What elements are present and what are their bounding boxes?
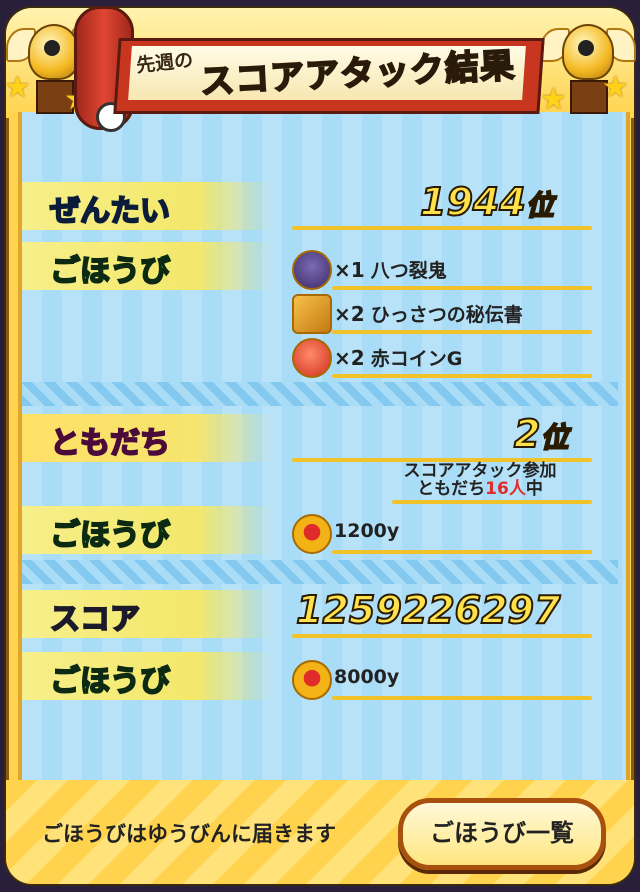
overall-label: ぜんたい xyxy=(49,193,171,230)
friends-participation-note: スコアアタック参加 ともだち16人中 xyxy=(403,461,557,499)
section-divider xyxy=(22,560,618,584)
reward-underline xyxy=(332,374,592,378)
money-bag-icon xyxy=(292,660,332,700)
score-rewards-label: ごほうび xyxy=(49,663,171,700)
red-coin-icon xyxy=(292,338,332,378)
overall-underline xyxy=(292,226,592,230)
overall-rewards-label: ごほうび xyxy=(49,253,171,290)
friends-rewards-label: ごほうび xyxy=(49,517,171,554)
reward-underline xyxy=(332,550,592,554)
score-value: 1259226297 xyxy=(295,587,561,633)
score-underline xyxy=(292,634,592,638)
score-label: スコア xyxy=(49,601,141,638)
friends-note-underline xyxy=(392,500,592,504)
friends-label: ともだち xyxy=(49,425,171,462)
reward-underline xyxy=(332,330,592,334)
section-divider xyxy=(22,382,618,406)
reward-list-button[interactable]: ごほうび一覧 xyxy=(398,798,606,870)
mail-delivery-notice: ごほうびはゆうびんに届きます xyxy=(42,822,336,846)
reward-underline xyxy=(332,696,592,700)
trophy-right-icon: ★ ★ xyxy=(540,10,636,120)
reward-underline xyxy=(332,286,592,290)
scroll-book-icon xyxy=(292,294,332,334)
oni-medal-icon xyxy=(292,250,332,290)
friends-rank: 2位 xyxy=(513,411,569,457)
money-bag-icon xyxy=(292,514,332,554)
overall-rank: 1944位 xyxy=(419,179,555,225)
title-banner: 先週の スコアアタック結果 xyxy=(96,30,546,116)
